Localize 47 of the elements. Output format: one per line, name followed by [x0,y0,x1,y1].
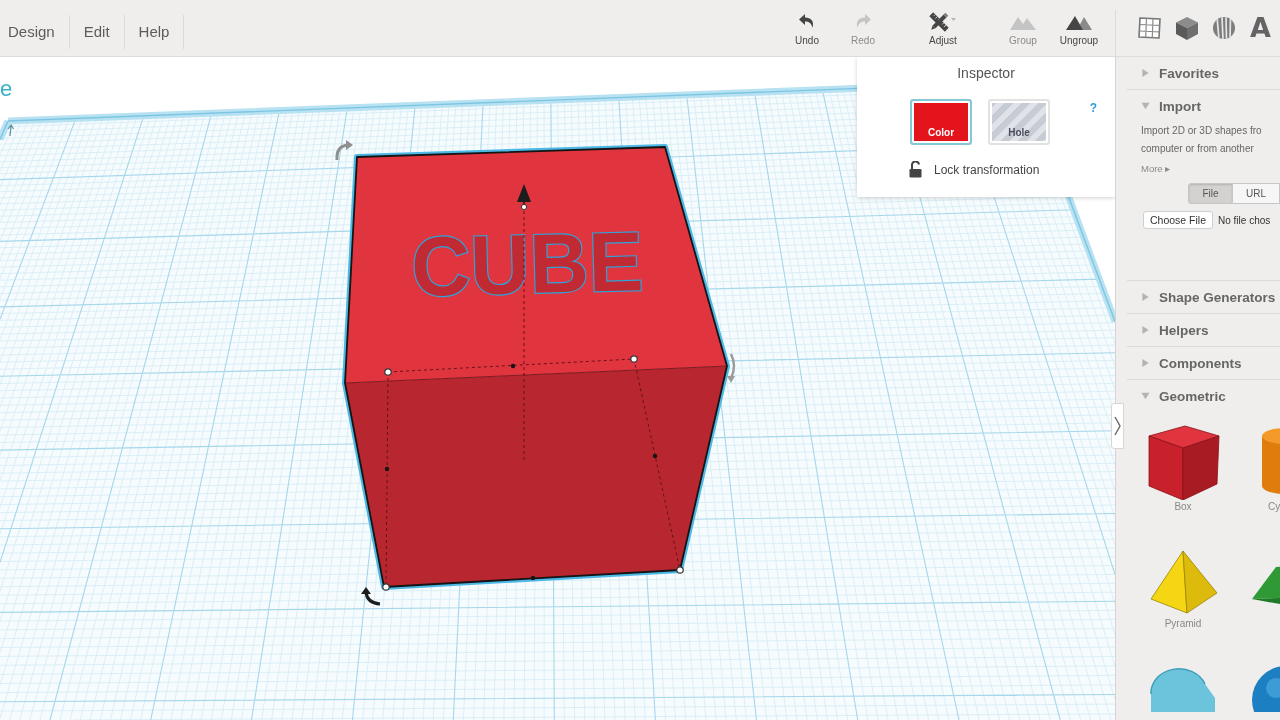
section-header[interactable]: Favorites [1127,57,1280,89]
more-link[interactable]: More ▸ [1141,162,1171,176]
cube-icon [1173,15,1200,41]
resize-handle[interactable] [382,583,390,591]
resize-handle[interactable] [630,355,638,363]
chevron-right-icon [1114,416,1121,436]
midpoint-handle[interactable] [510,363,516,369]
adjust-button[interactable]: Adjust [915,0,971,56]
section-header[interactable]: Geometric [1116,380,1280,412]
section-header[interactable]: Components [1127,347,1280,379]
source-tab[interactable]: URL [1233,183,1280,204]
rotate-arrow-icon[interactable] [361,587,381,606]
resize-handle[interactable] [676,566,684,574]
height-handle[interactable] [517,184,531,211]
menu-item[interactable]: Help [124,14,185,49]
ungroup-button[interactable]: Ungroup [1051,0,1107,56]
help-link[interactable]: ? [1089,101,1097,115]
text-tool-button[interactable]: A [1242,13,1279,43]
file-status-text: No file chos [1218,214,1271,226]
ruler-pencil-icon [929,12,957,32]
midpoint-handle[interactable] [530,575,536,581]
corner-arrow-icon [7,123,15,137]
open-padlock-icon[interactable] [909,161,922,178]
midpoint-handle[interactable] [384,466,390,472]
design-title[interactable]: e [0,78,13,100]
shape-label: Pyramid [1164,617,1202,631]
engraved-text: CUBE [409,213,651,314]
undo-button[interactable]: Undo [779,0,835,56]
section-header[interactable]: Shape Generators [1127,281,1280,313]
shape-label: Cy [1268,500,1280,514]
grid-icon [1136,15,1163,41]
source-tab[interactable]: File [1188,183,1233,204]
striped-ball-icon [1210,15,1237,41]
inspector-title: Inspector [956,64,1016,82]
section-header[interactable]: Import [1127,90,1280,122]
choose-file-button[interactable]: Choose File [1143,211,1214,229]
lock-label: Lock transformation [934,162,1040,177]
color-swatch-button[interactable]: Color [910,99,972,145]
import-description: Import 2D or 3D shapes fro computer or from another [1141,124,1263,156]
resize-handle[interactable] [384,368,392,376]
shape-label: Box [1174,500,1192,514]
midpoint-handle[interactable] [652,453,658,459]
section-header[interactable]: Helpers [1127,314,1280,346]
menu-item[interactable]: Edit [69,14,125,49]
collapse-panel-button[interactable] [1111,403,1124,449]
menu-item[interactable]: Design [0,14,70,49]
hole-swatch-button[interactable]: Hole [988,99,1050,145]
